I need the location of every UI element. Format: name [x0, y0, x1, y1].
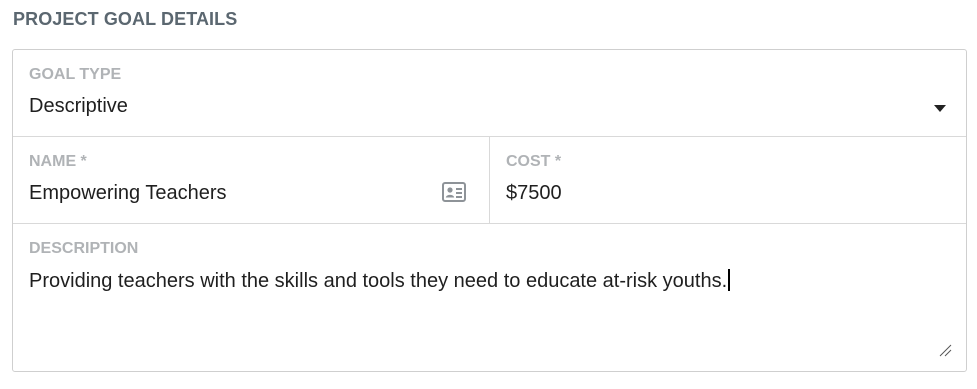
description-label: DESCRIPTION — [29, 240, 139, 257]
description-textarea[interactable] — [13, 224, 966, 371]
chevron-down-icon[interactable] — [934, 105, 946, 112]
description-field[interactable]: DESCRIPTION Providing teachers with the … — [13, 224, 966, 371]
cost-input[interactable] — [490, 137, 966, 223]
contact-card-icon[interactable] — [442, 182, 466, 202]
resize-grip-icon[interactable] — [938, 343, 952, 357]
description-text[interactable]: Providing teachers with the skills and t… — [29, 269, 730, 293]
cost-value[interactable]: $7500 — [506, 182, 562, 205]
goal-type-value[interactable]: Descriptive — [29, 95, 128, 118]
description-value: Providing teachers with the skills and t… — [29, 270, 728, 292]
name-value[interactable]: Empowering Teachers — [29, 182, 227, 205]
goal-type-select[interactable]: GOAL TYPE Descriptive — [13, 50, 966, 137]
section-title: PROJECT GOAL DETAILS — [13, 9, 238, 29]
cost-label: COST * — [506, 153, 562, 170]
goal-type-select-area[interactable] — [13, 50, 966, 136]
text-cursor — [728, 269, 730, 291]
goal-type-label: GOAL TYPE — [29, 66, 122, 83]
name-field[interactable]: NAME * Empowering Teachers — [13, 137, 490, 223]
name-label: NAME * — [29, 153, 87, 170]
cost-field[interactable]: COST * $7500 — [490, 137, 966, 223]
name-input[interactable] — [13, 137, 489, 223]
project-goal-form: GOAL TYPE Descriptive NAME * Empowering … — [12, 49, 967, 372]
